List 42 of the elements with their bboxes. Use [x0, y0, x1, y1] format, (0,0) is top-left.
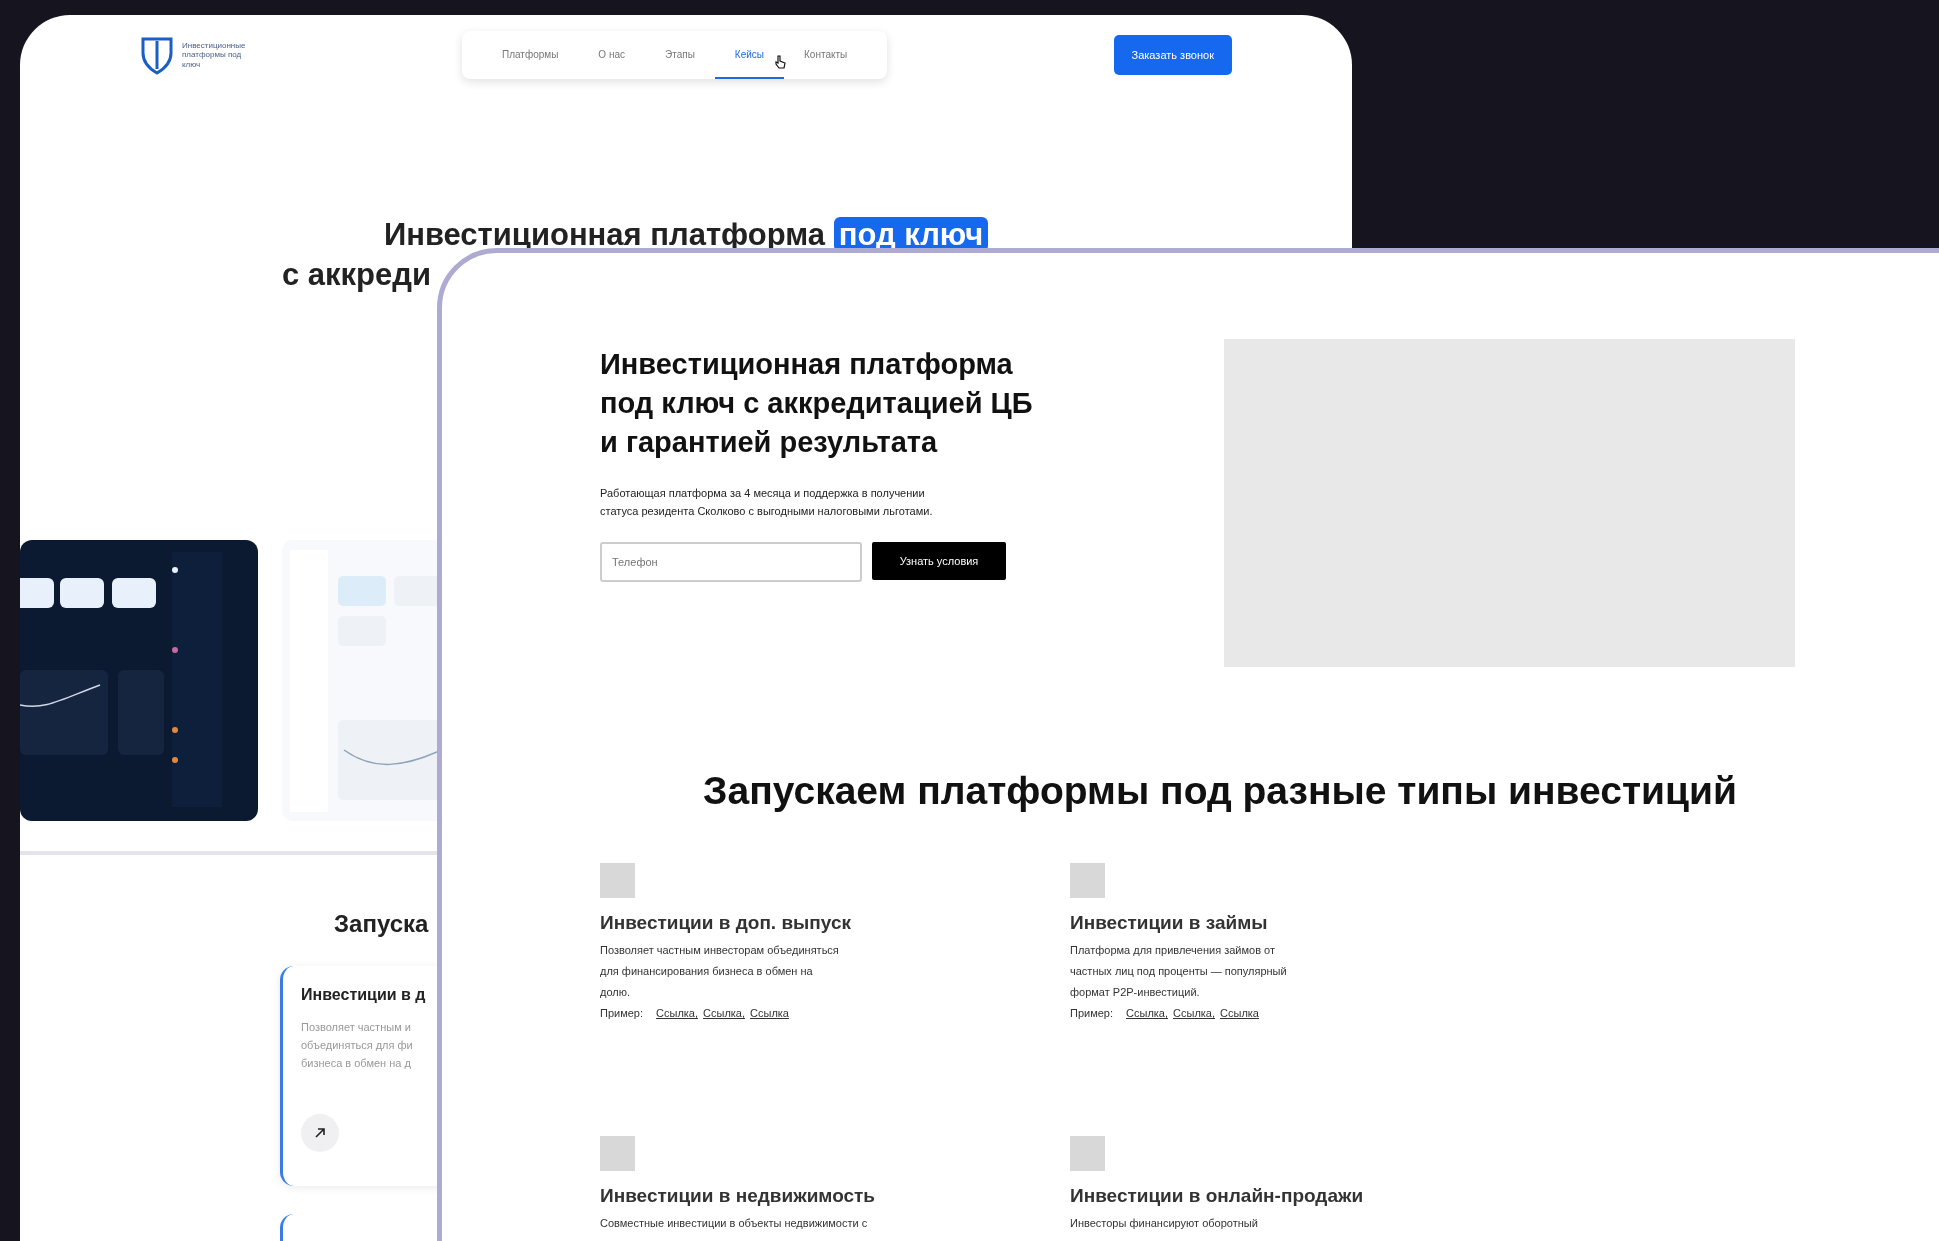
placeholder-icon: [600, 1136, 635, 1171]
example-link[interactable]: Ссылка,: [656, 1007, 699, 1019]
nav-link[interactable]: Контакты: [784, 31, 868, 79]
card-title: Инвестиции в недвижимость: [600, 1185, 877, 1207]
example-label: Пример:: [600, 1007, 644, 1019]
example-link[interactable]: Ссылка,: [1126, 1007, 1169, 1019]
submit-button[interactable]: Узнать условия: [872, 542, 1006, 580]
call-button[interactable]: Заказать звонок: [1113, 35, 1232, 75]
card-text: Позволяет частным инвесторам объединяться для финансирования бизнеса в обмен на долю.: [600, 943, 840, 1000]
card-text-line: Позволяет частным и: [301, 1020, 411, 1035]
nav-link[interactable]: Платформы: [482, 31, 579, 79]
shield-logo-icon: [140, 35, 174, 75]
example-link[interactable]: Ссылка: [750, 1007, 789, 1019]
hero-text: Работающая платформа за 4 месяца и поддержка в получении статуса резидента Сколково с выгодными налоговыми льготами.: [600, 486, 934, 519]
placeholder-icon: [600, 863, 635, 898]
card-title: Инвестиции в доп. выпуск: [600, 912, 852, 934]
card-text: Совместные инвестиции в объекты недвижимости с: [600, 1216, 868, 1231]
card-title: Инвестиции в д: [301, 986, 426, 1004]
placeholder-icon: [1070, 1136, 1105, 1171]
card-title: Инвестиции в онлайн-продажи: [1070, 1185, 1365, 1207]
hand-cursor-icon: [774, 55, 786, 69]
example-label: Пример:: [1070, 1007, 1114, 1019]
card-title: Инвестиции в займы: [1070, 912, 1269, 934]
example-link[interactable]: Ссылка,: [703, 1007, 746, 1019]
section-heading: Запуска: [334, 910, 429, 938]
phone-field[interactable]: Телефон: [600, 542, 862, 582]
placeholder-icon: [1070, 863, 1105, 898]
card-text-line: объединяться для фи: [301, 1038, 413, 1053]
card-text: Инвесторы финансируют оборотный: [1070, 1216, 1258, 1231]
arrow-icon: [314, 1127, 326, 1139]
heading-text: Инвестиционная платформа: [383, 217, 826, 252]
example-link[interactable]: Ссылка,: [1173, 1007, 1216, 1019]
nav-link[interactable]: О нас: [578, 31, 645, 79]
arrow-button[interactable]: [301, 1114, 339, 1152]
logo-text: Инвестиционные платформы под ключ: [182, 40, 247, 70]
example-link[interactable]: Ссылка: [1220, 1007, 1259, 1019]
hero-heading: с аккреди: [282, 257, 432, 293]
nav-link[interactable]: Этапы: [645, 31, 715, 79]
section-heading: Запускаем платформы под разные типы инвестиций: [702, 769, 1738, 813]
hero-heading: Инвестиционная платформа под ключ с аккредитацией ЦБ и гарантией результата: [600, 347, 1034, 460]
card-text: Платформа для привлечения займов от частных лиц под проценты — популярный формат P2P-инвестиций.: [1070, 943, 1288, 1000]
card-text-line: бизнеса в обмен на д: [301, 1056, 411, 1071]
